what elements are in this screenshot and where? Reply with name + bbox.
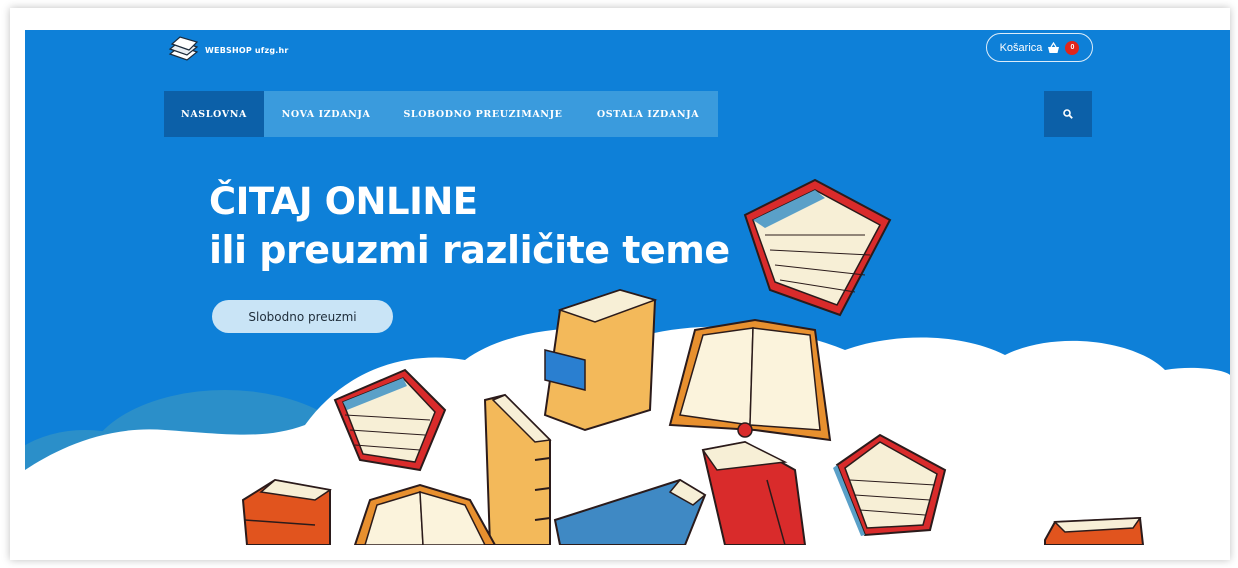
book-icon	[701, 440, 807, 545]
book-icon	[353, 483, 497, 545]
hero-title: ČITAJ ONLINE ili preuzmi različite teme	[209, 178, 730, 274]
main-nav: NASLOVNA NOVA IZDANJA SLOBODNO PREUZIMAN…	[164, 91, 718, 137]
book-icon	[333, 368, 447, 472]
site-logo[interactable]: WEBSHOP ufzg.hr	[167, 34, 289, 66]
nav-item-slobodno-preuzimanje[interactable]: SLOBODNO PREUZIMANJE	[388, 91, 578, 137]
book-icon	[743, 178, 892, 317]
cart-button[interactable]: Košarica 0	[986, 33, 1093, 62]
hero-banner: WEBSHOP ufzg.hr Košarica 0 NASLOVNA NOVA…	[25, 30, 1230, 545]
book-icon	[553, 478, 707, 545]
books-logo-icon	[168, 36, 199, 61]
cart-count-badge: 0	[1065, 40, 1080, 55]
book-icon	[241, 478, 332, 545]
cart-label: Košarica	[999, 41, 1043, 54]
book-icon	[543, 288, 658, 432]
search-icon	[1063, 109, 1073, 119]
nav-item-ostala-izdanja[interactable]: OSTALA IZDANJA	[578, 91, 718, 137]
hero-title-line1: ČITAJ ONLINE	[209, 180, 478, 223]
logo-text: WEBSHOP ufzg.hr	[205, 45, 289, 55]
book-icon	[833, 433, 947, 537]
hero-title-line2: ili preuzmi različite teme	[209, 228, 730, 272]
shopping-basket-icon	[1048, 41, 1060, 53]
nav-item-naslovna[interactable]: NASLOVNA	[164, 91, 264, 137]
download-free-button[interactable]: Slobodno preuzmi	[212, 300, 393, 333]
book-icon	[483, 393, 552, 545]
book-icon	[668, 318, 832, 442]
search-button[interactable]	[1044, 91, 1092, 137]
book-icon	[1044, 516, 1145, 545]
nav-item-nova-izdanja[interactable]: NOVA IZDANJA	[264, 91, 388, 137]
